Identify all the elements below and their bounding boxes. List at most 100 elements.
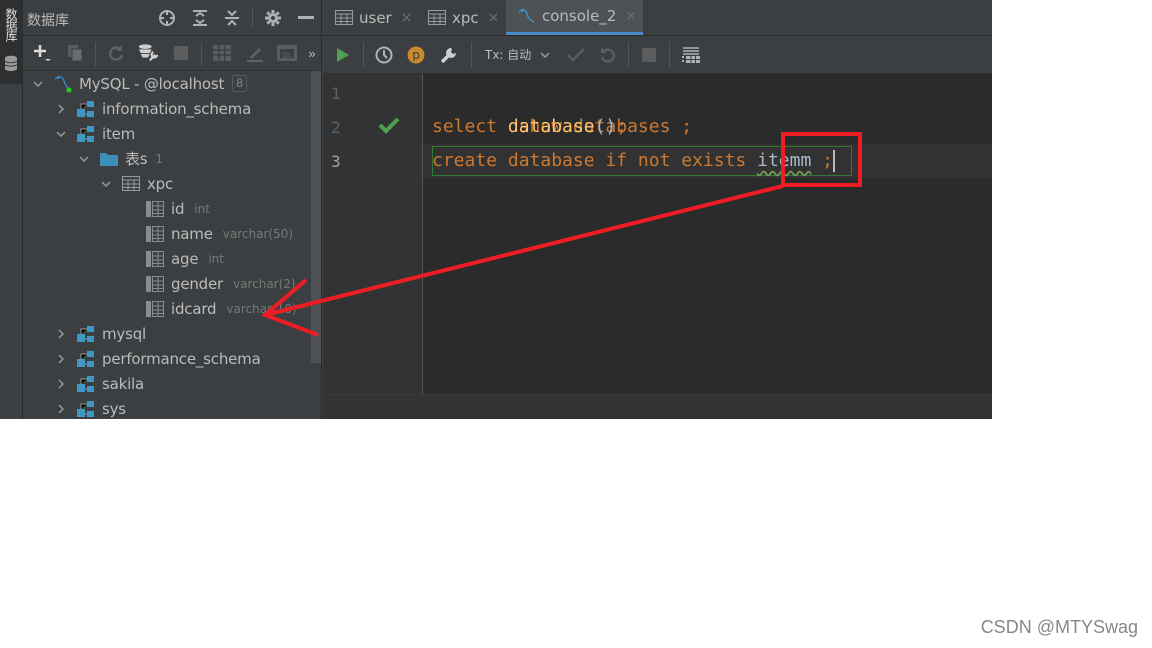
- header-separator: [252, 8, 253, 28]
- expand-all-icon[interactable]: [190, 8, 210, 28]
- text-caret: [832, 150, 835, 172]
- tree-node-column[interactable]: gender varchar(2): [145, 271, 296, 296]
- folder-label: 表s: [125, 150, 148, 168]
- duplicate-icon[interactable]: [65, 43, 85, 63]
- chevron-down-icon[interactable]: [54, 127, 68, 141]
- column-icon: [145, 225, 165, 243]
- schema-icon: [76, 325, 96, 343]
- code-editor[interactable]: show databases ; select database(); crea…: [423, 74, 992, 394]
- tree-node-schema[interactable]: item: [54, 121, 135, 146]
- editor-area: user × xpc × console_2 × p Tx: 自动 1 2 3 …: [323, 0, 992, 419]
- code-line-1[interactable]: show databases ;: [432, 76, 692, 137]
- folder-count: 1: [155, 151, 164, 166]
- tab-label: console_2: [542, 7, 617, 25]
- settings-icon[interactable]: [263, 8, 283, 28]
- column-type: varchar(50): [222, 226, 293, 241]
- connection-label: MySQL - @localhost: [79, 74, 225, 93]
- execute-icon[interactable]: [333, 45, 353, 65]
- chevron-right-icon[interactable]: [54, 402, 68, 416]
- toolbar-separator: [471, 42, 472, 68]
- column-icon: [145, 250, 165, 268]
- tree-scrollbar[interactable]: [311, 71, 321, 363]
- parameters-icon[interactable]: p: [406, 45, 426, 65]
- locate-icon[interactable]: [157, 8, 177, 28]
- panel-title: 数据库: [27, 13, 69, 29]
- settings-wrench-icon[interactable]: [439, 45, 459, 65]
- code-line-3[interactable]: create database if not exists itemm ;: [432, 144, 835, 178]
- stop-icon[interactable]: [171, 43, 191, 63]
- tree-node-tables-folder[interactable]: 表s 1: [77, 146, 163, 171]
- column-name: name: [171, 224, 213, 243]
- sql-terminator: ;: [616, 116, 628, 137]
- transaction-mode-select[interactable]: Tx: 自动: [485, 46, 550, 63]
- tab-console-2[interactable]: console_2 ×: [506, 0, 643, 35]
- column-icon: [145, 275, 165, 293]
- chevron-right-icon[interactable]: [54, 102, 68, 116]
- mysql-dolphin-icon: [53, 75, 73, 93]
- chevron-right-icon[interactable]: [54, 327, 68, 341]
- toolbar-separator: [628, 42, 629, 68]
- chevron-down-icon[interactable]: [31, 77, 45, 91]
- column-type: int: [208, 251, 224, 266]
- rollback-icon[interactable]: [598, 45, 618, 65]
- column-icon: [145, 200, 165, 218]
- tab-user[interactable]: user ×: [323, 0, 420, 35]
- chevron-right-icon[interactable]: [54, 352, 68, 366]
- tool-window-strip: 数据库: [0, 0, 23, 419]
- folder-icon: [99, 150, 119, 168]
- more-icon[interactable]: »: [302, 43, 322, 63]
- tab-xpc[interactable]: xpc ×: [416, 0, 507, 35]
- tree-node-column[interactable]: idcard varchar(18): [145, 296, 297, 321]
- tree-node-schema[interactable]: mysql: [54, 321, 146, 346]
- column-type: varchar(2): [232, 276, 296, 291]
- table-icon: [428, 10, 446, 26]
- query-console-icon[interactable]: QL: [277, 43, 297, 63]
- database-panel: 数据库 QL » MySQL - @localhost 8 informatio…: [23, 0, 322, 419]
- editor-tabs: user × xpc × console_2 ×: [323, 0, 992, 36]
- column-icon: [145, 300, 165, 318]
- minimize-icon[interactable]: [296, 8, 316, 28]
- tree-node-column[interactable]: age int: [145, 246, 224, 271]
- table-view-icon[interactable]: [212, 43, 232, 63]
- editor-bottom-bar: [323, 394, 992, 419]
- code-line-2[interactable]: select database();: [432, 110, 627, 144]
- schema-label: performance_schema: [102, 349, 261, 368]
- refresh-icon[interactable]: [106, 43, 126, 63]
- column-name: idcard: [171, 299, 217, 318]
- commit-icon[interactable]: [566, 45, 586, 65]
- toolbar-separator: [201, 42, 202, 66]
- watermark: CSDN @MTYSwag: [980, 617, 1138, 637]
- chevron-right-icon[interactable]: [54, 377, 68, 391]
- chevron-down-icon[interactable]: [77, 152, 91, 166]
- table-label: xpc: [147, 174, 174, 193]
- schema-label: sys: [102, 399, 126, 418]
- toolbar-separator: [669, 42, 670, 68]
- column-name: id: [171, 199, 185, 218]
- tree-node-schema[interactable]: information_schema: [54, 96, 251, 121]
- tree-node-column[interactable]: id int: [145, 196, 210, 221]
- tab-label: user: [359, 8, 392, 27]
- chevron-down-icon[interactable]: [99, 177, 113, 191]
- tree-node-schema[interactable]: sakila: [54, 371, 144, 396]
- line-gutter: 1 2 3: [323, 74, 423, 394]
- database-tool-tab[interactable]: 数据库: [0, 0, 23, 84]
- cancel-icon[interactable]: [639, 45, 659, 65]
- svg-text:QL: QL: [282, 51, 292, 59]
- schema-label: mysql: [102, 324, 146, 343]
- collapse-all-icon[interactable]: [222, 8, 242, 28]
- data-source-properties-icon[interactable]: [138, 43, 158, 63]
- history-icon[interactable]: [374, 45, 394, 65]
- close-icon[interactable]: ×: [625, 8, 637, 24]
- schema-icon: [76, 375, 96, 393]
- edit-icon[interactable]: [245, 43, 265, 63]
- tree-node-schema[interactable]: sys: [54, 396, 126, 419]
- tree-node-schema[interactable]: performance_schema: [54, 346, 261, 371]
- tree-node-table[interactable]: xpc: [99, 171, 173, 196]
- close-icon[interactable]: ×: [401, 10, 413, 26]
- tree-node-column[interactable]: name varchar(50): [145, 221, 293, 246]
- close-icon[interactable]: ×: [488, 10, 500, 26]
- line-number: 2: [331, 118, 341, 137]
- output-layout-icon[interactable]: [681, 45, 701, 65]
- add-icon[interactable]: [32, 43, 52, 63]
- tree-node-connection[interactable]: MySQL - @localhost 8: [31, 71, 247, 96]
